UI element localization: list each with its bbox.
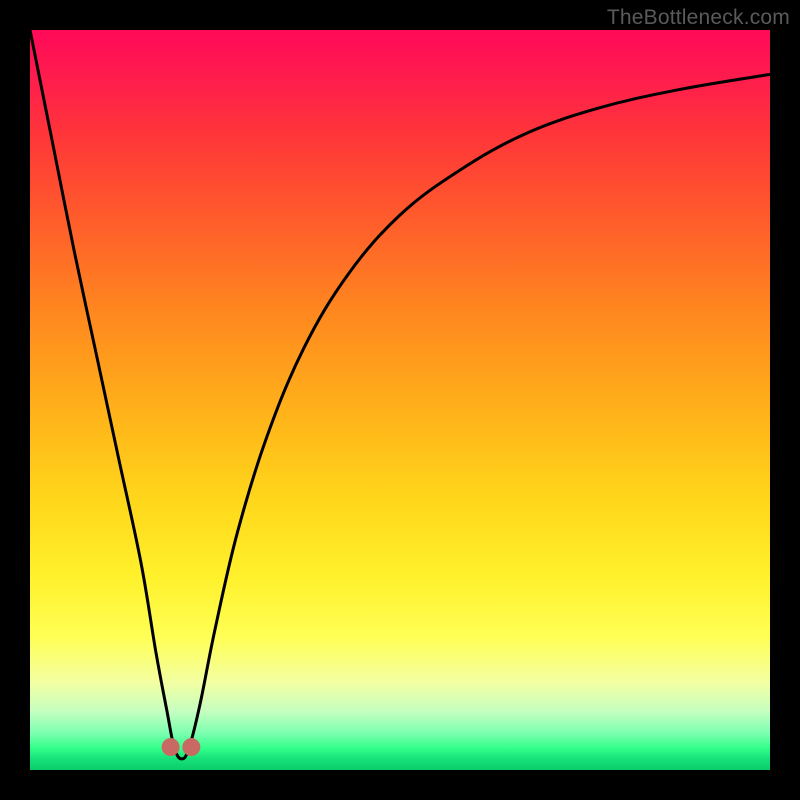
valley-markers — [162, 738, 201, 756]
curve-layer — [30, 30, 770, 770]
bottleneck-curve — [30, 30, 770, 759]
valley-left-marker — [162, 738, 180, 756]
watermark-text: TheBottleneck.com — [607, 6, 790, 30]
chart-frame: TheBottleneck.com — [0, 0, 800, 800]
plot-area — [30, 30, 770, 770]
valley-right-marker — [182, 738, 200, 756]
